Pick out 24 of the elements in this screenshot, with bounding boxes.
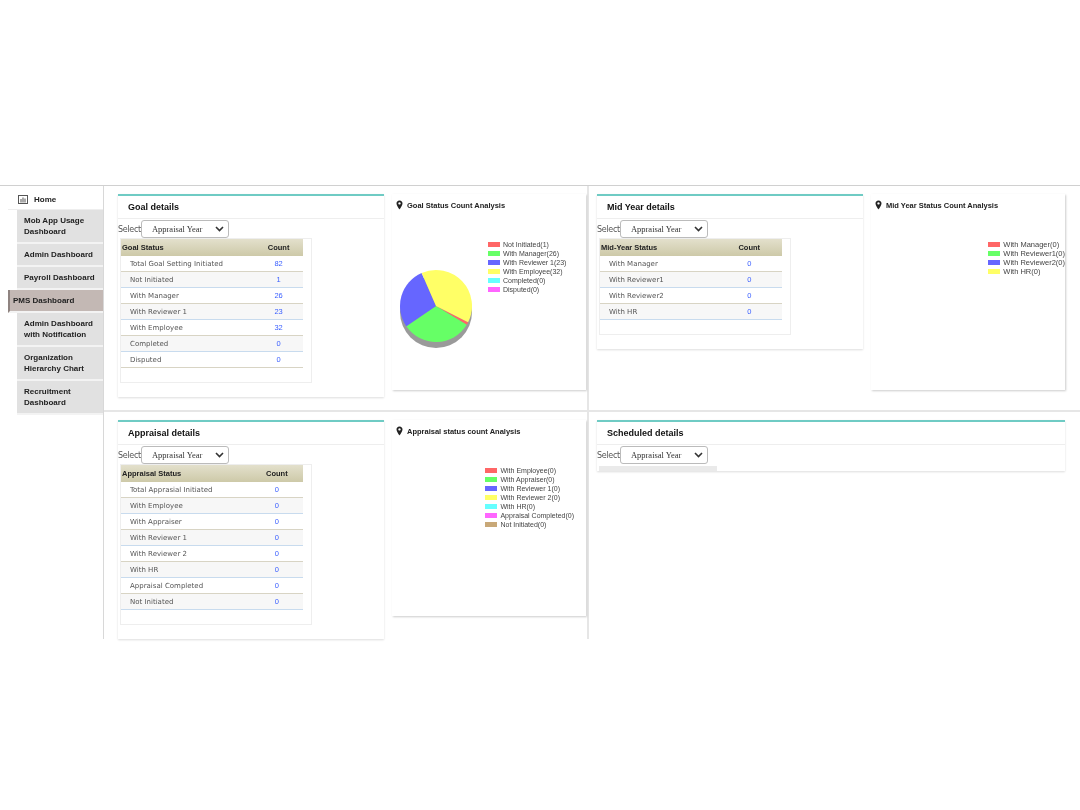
dropdown-value: Appraisal Year bbox=[151, 450, 203, 460]
select-label: Select bbox=[597, 450, 620, 460]
select-label: Select bbox=[597, 224, 620, 234]
sidebar-item[interactable]: Admin Dashboard with Notification bbox=[17, 313, 103, 347]
select-label: Select bbox=[118, 224, 141, 234]
dropdown-value: Appraisal Year bbox=[630, 224, 682, 234]
year-dropdown[interactable]: Appraisal Year bbox=[140, 220, 229, 238]
sidebar-item[interactable]: Recruitment Dashboard bbox=[17, 381, 103, 415]
card-title: Mid Year details bbox=[597, 196, 863, 219]
sidebar-item[interactable]: PMS Dashboard bbox=[8, 290, 103, 313]
year-dropdown[interactable]: Appraisal Year bbox=[619, 220, 708, 238]
card-title: Appraisal details bbox=[118, 422, 384, 445]
year-dropdown[interactable]: Appraisal Year bbox=[619, 446, 708, 464]
dropdown-value: Appraisal Year bbox=[630, 450, 682, 460]
home-label: Home bbox=[34, 195, 57, 204]
card-title: Scheduled details bbox=[597, 422, 1065, 445]
sidebar-item[interactable]: Mob App Usage Dashboard bbox=[17, 210, 103, 244]
select-label: Select bbox=[118, 450, 141, 460]
sidebar-item[interactable]: Admin Dashboard bbox=[17, 244, 103, 267]
dropdown-value: Appraisal Year bbox=[151, 224, 203, 234]
year-dropdown[interactable]: Appraisal Year bbox=[140, 446, 229, 464]
sidebar-item[interactable]: Organization Hierarchy Chart bbox=[17, 347, 103, 381]
card-title: Goal details bbox=[118, 196, 384, 219]
sidebar-item[interactable]: Payroll Dashboard bbox=[17, 267, 103, 290]
